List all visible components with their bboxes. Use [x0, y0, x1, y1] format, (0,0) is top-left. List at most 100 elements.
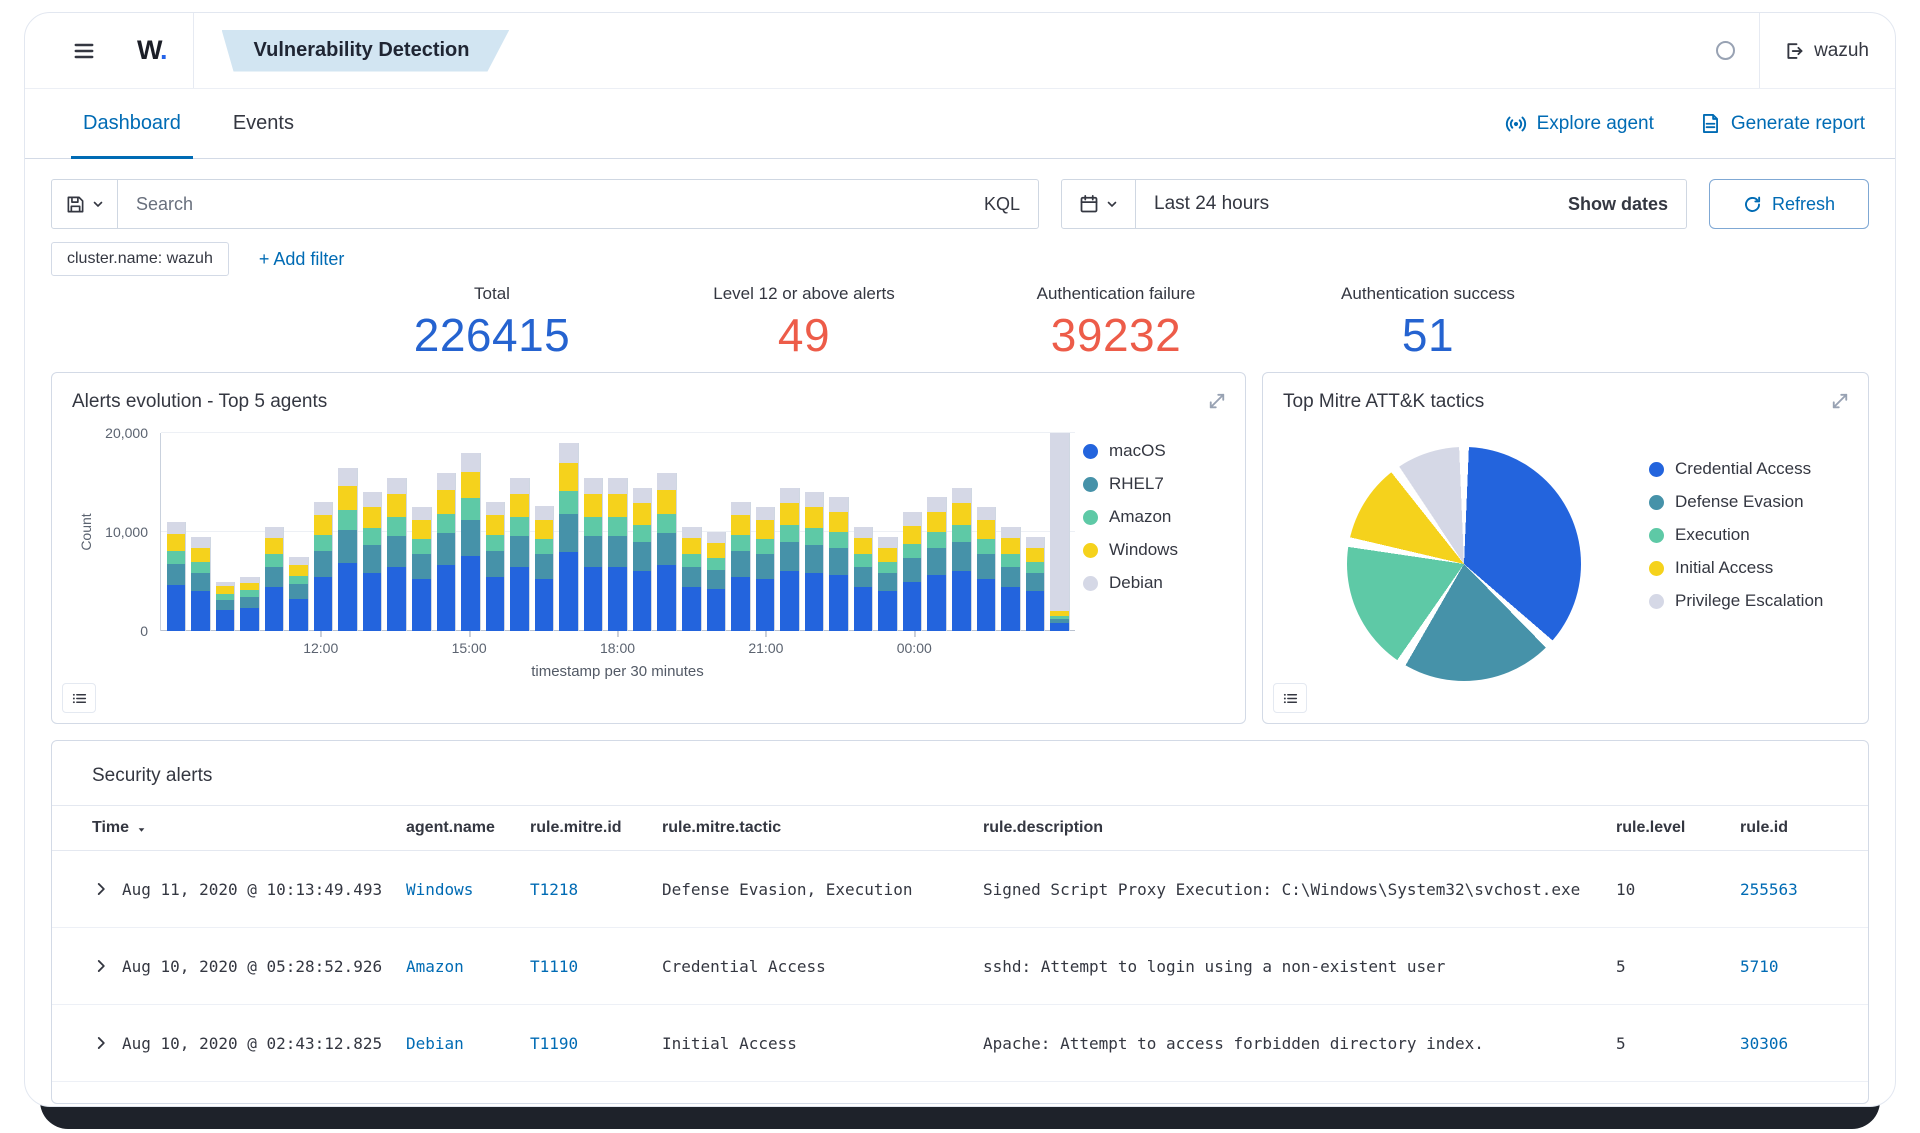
bar-03:00[interactable] — [1050, 433, 1070, 631]
cluster-selector[interactable]: wazuh — [1784, 40, 1869, 62]
inspect-icon[interactable] — [62, 683, 96, 713]
tab-events[interactable]: Events — [221, 89, 306, 158]
cell-agent-name[interactable]: Amazon — [406, 957, 530, 976]
bar-02:00[interactable] — [1001, 433, 1021, 631]
bar-13:00[interactable] — [362, 433, 383, 631]
chevron-right-icon[interactable] — [92, 880, 110, 898]
add-filter-button[interactable]: + Add filter — [259, 249, 345, 270]
column-header-rule-id[interactable]: rule.id — [1740, 819, 1868, 837]
column-header-time[interactable]: Time — [92, 819, 406, 837]
table-row[interactable]: Aug 11, 2020 @ 10:13:49.493 Windows T1218 D… — [52, 851, 1868, 928]
menu-icon[interactable] — [61, 28, 107, 74]
cell-rule-id[interactable]: 255563 — [1740, 880, 1868, 899]
wazuh-logo[interactable]: W. — [137, 35, 167, 66]
bar-12:30[interactable] — [338, 433, 358, 631]
column-header-rule-mitre-tactic[interactable]: rule.mitre.tactic — [662, 819, 983, 837]
cell-mitre-id[interactable]: T1110 — [530, 957, 662, 976]
bar-segment-amazon — [1001, 553, 1021, 567]
legend-item-defense-evasion[interactable]: Defense Evasion — [1649, 492, 1823, 512]
bar-12:00[interactable] — [313, 433, 334, 631]
bar-02:30[interactable] — [1025, 433, 1046, 631]
ring-icon[interactable] — [1716, 41, 1736, 60]
cell-agent-name[interactable]: Windows — [406, 880, 530, 899]
filter-pill[interactable]: cluster.name: wazuh — [51, 242, 229, 276]
cell-rule-id[interactable]: 30306 — [1740, 1034, 1868, 1053]
saved-query-menu-button[interactable] — [52, 180, 118, 228]
column-header-rule-description[interactable]: rule.description — [983, 819, 1616, 837]
legend-item-rhel7[interactable]: RHEL7 — [1083, 474, 1227, 494]
bar-segment-windows — [608, 494, 628, 518]
cell-agent-name[interactable]: Debian — [406, 1034, 530, 1053]
column-header-rule-mitre-id[interactable]: rule.mitre.id — [530, 819, 662, 837]
bar-19:00[interactable] — [657, 433, 677, 631]
table-row[interactable]: Aug 10, 2020 @ 02:43:12.825 Debian T1190 In… — [52, 1005, 1868, 1082]
breadcrumb[interactable]: Vulnerability Detection — [222, 30, 510, 72]
bar-14:00[interactable] — [411, 433, 432, 631]
bar-09:30[interactable] — [191, 433, 211, 631]
bar-21:30[interactable] — [780, 433, 800, 631]
kql-button[interactable]: KQL — [966, 194, 1038, 215]
cell-description: Signed Script Proxy Execution: C:\Window… — [983, 879, 1581, 899]
bar-15:30[interactable] — [485, 433, 506, 631]
cell-rule-id[interactable]: 5710 — [1740, 957, 1868, 976]
expand-icon[interactable] — [1826, 387, 1854, 415]
bar-13:30[interactable] — [387, 433, 407, 631]
tab-dashboard[interactable]: Dashboard — [71, 89, 193, 159]
refresh-button[interactable]: Refresh — [1709, 179, 1869, 229]
legend-item-privilege-escalation[interactable]: Privilege Escalation — [1649, 591, 1823, 611]
mitre-pie[interactable] — [1347, 447, 1581, 681]
explore-agent-button[interactable]: Explore agent — [1505, 113, 1654, 135]
legend-item-amazon[interactable]: Amazon — [1083, 507, 1227, 527]
bar-20:30[interactable] — [731, 433, 751, 631]
legend-item-debian[interactable]: Debian — [1083, 573, 1227, 593]
filter-row: cluster.name: wazuh + Add filter — [51, 242, 1869, 276]
bar-22:30[interactable] — [829, 433, 849, 631]
date-picker-menu-button[interactable] — [1062, 180, 1136, 228]
bar-11:00[interactable] — [264, 433, 285, 631]
bar-segment-amazon — [240, 590, 260, 598]
bar-23:00[interactable] — [853, 433, 874, 631]
generate-report-button[interactable]: Generate report — [1700, 113, 1865, 135]
bar-20:00[interactable] — [706, 433, 727, 631]
bar-segment-amazon — [461, 498, 481, 521]
chevron-right-icon[interactable] — [92, 957, 110, 975]
bar-11:30[interactable] — [289, 433, 309, 631]
bar-09:00[interactable] — [166, 433, 187, 631]
bar-10:30[interactable] — [240, 433, 260, 631]
legend-item-windows[interactable]: Windows — [1083, 540, 1227, 560]
column-header-agent-name[interactable]: agent.name — [406, 819, 530, 837]
chevron-right-icon[interactable] — [92, 1034, 110, 1052]
column-header-rule-level[interactable]: rule.level — [1616, 819, 1740, 837]
bar-16:00[interactable] — [510, 433, 530, 631]
logo-dot: . — [160, 35, 167, 65]
search-input[interactable] — [118, 180, 966, 228]
bar-17:00[interactable] — [559, 433, 579, 631]
legend-item-macos[interactable]: macOS — [1083, 441, 1227, 461]
bar-19:30[interactable] — [681, 433, 702, 631]
bar-01:00[interactable] — [952, 433, 972, 631]
bar-21:00[interactable] — [755, 433, 776, 631]
bar-00:00[interactable] — [902, 433, 923, 631]
expand-icon[interactable] — [1203, 387, 1231, 415]
legend-item-credential-access[interactable]: Credential Access — [1649, 459, 1823, 479]
bar-16:30[interactable] — [534, 433, 555, 631]
bar-18:00[interactable] — [608, 433, 628, 631]
cell-mitre-id[interactable]: T1190 — [530, 1034, 662, 1053]
cell-mitre-id[interactable]: T1218 — [530, 880, 662, 899]
legend-item-initial-access[interactable]: Initial Access — [1649, 558, 1823, 578]
bar-23:30[interactable] — [878, 433, 898, 631]
bar-00:30[interactable] — [927, 433, 947, 631]
bar-14:30[interactable] — [436, 433, 457, 631]
table-row[interactable]: Aug 10, 2020 @ 05:28:52.926 Amazon T1110 Cr… — [52, 928, 1868, 1005]
bar-01:30[interactable] — [976, 433, 997, 631]
cell-description: sshd: Attempt to login using a non-exist… — [983, 956, 1446, 976]
legend-item-execution[interactable]: Execution — [1649, 525, 1823, 545]
bar-17:30[interactable] — [583, 433, 604, 631]
bar-15:00[interactable] — [461, 433, 481, 631]
bar-22:00[interactable] — [804, 433, 825, 631]
time-range-label[interactable]: Last 24 hours — [1136, 193, 1269, 215]
bar-18:30[interactable] — [632, 433, 653, 631]
inspect-icon[interactable] — [1273, 683, 1307, 713]
bar-10:00[interactable] — [215, 433, 236, 631]
show-dates-button[interactable]: Show dates — [1568, 194, 1686, 215]
